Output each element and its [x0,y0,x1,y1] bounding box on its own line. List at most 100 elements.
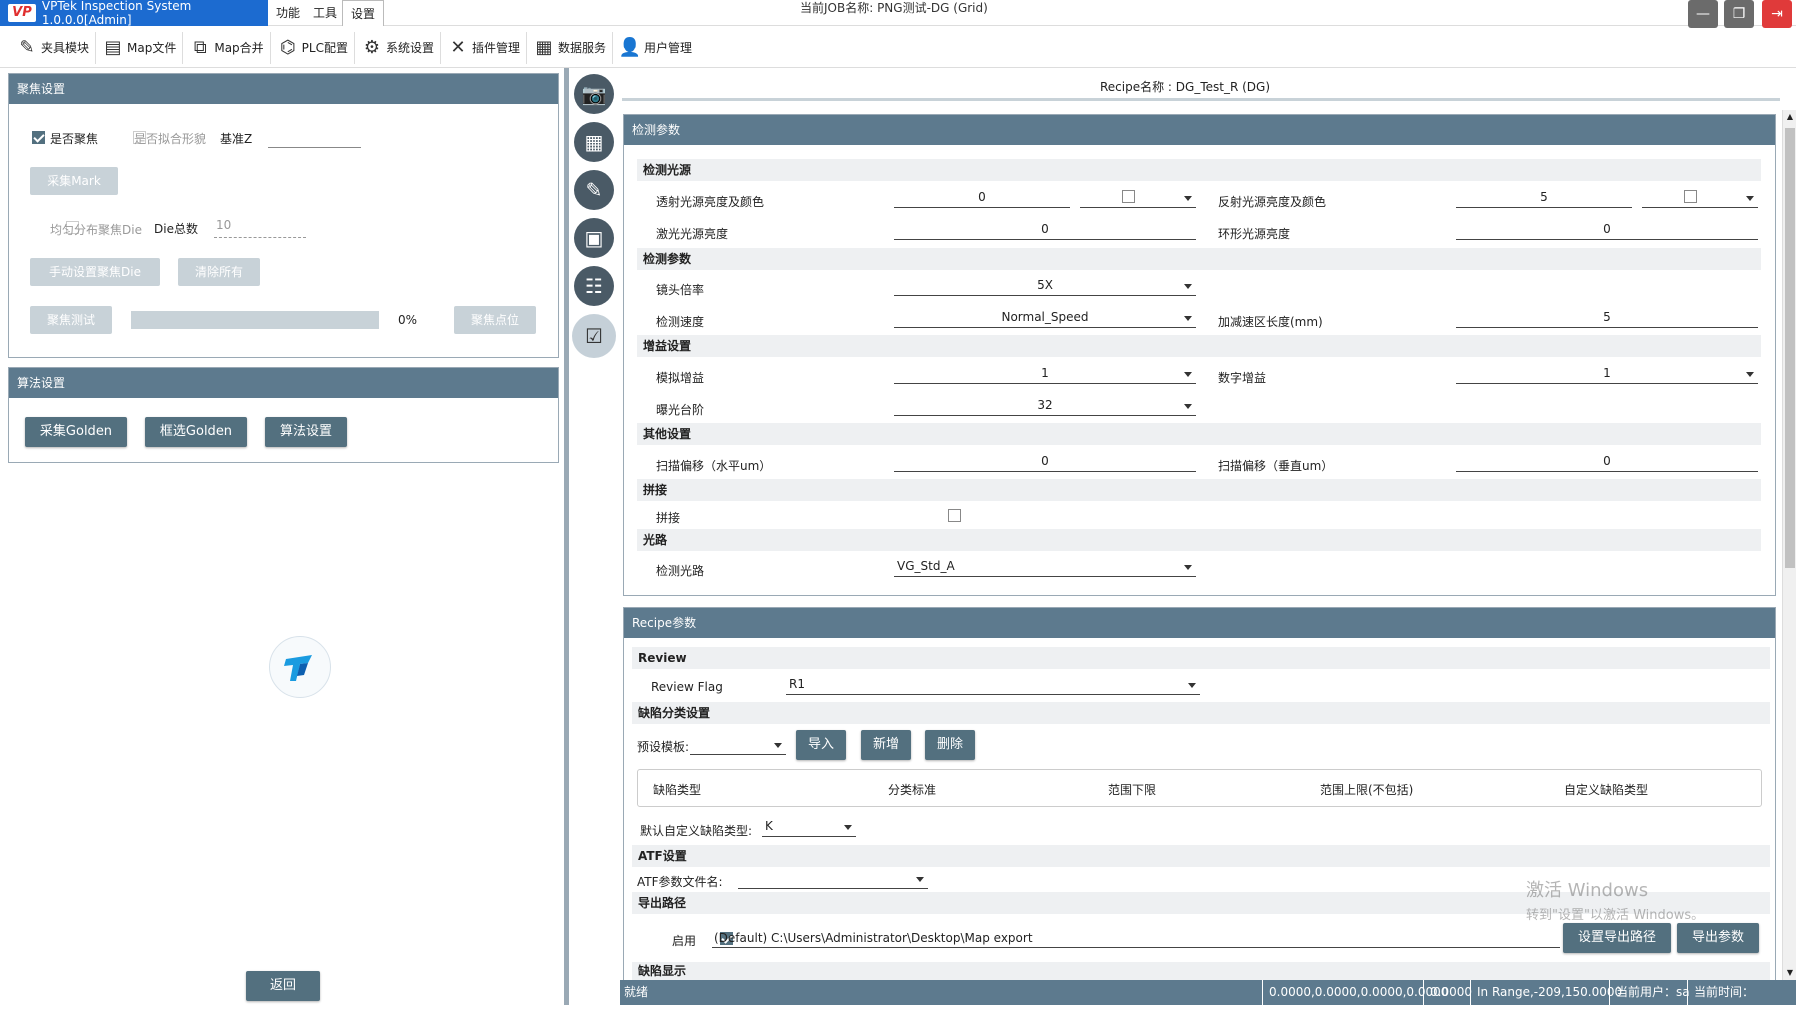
algo-panel-title: 算法设置 [9,368,558,398]
light-group: 检测光源 [637,159,1761,181]
menu-tools[interactable]: 工具 [305,0,345,26]
param-group: 检测参数 [637,248,1761,270]
toolbar-label: Map文件 [127,41,177,55]
analog-gain-label: 模拟增益 [656,371,705,385]
speed-label: 检测速度 [656,315,705,329]
status-coords: 0.0000,0.0000,0.0000,0.0000 [1262,980,1448,1005]
ring-label: 环形光源亮度 [1218,227,1291,241]
menu-settings[interactable]: 设置 [342,0,385,26]
import-button[interactable]: 导入 [796,730,846,760]
app-title: VP VPTek Inspection System 1.0.0.0[Admin… [0,0,268,27]
focus-test-button[interactable]: 聚焦测试 [30,306,112,334]
toolbar-fixture[interactable]: ✎ 夹具模块 [10,31,97,64]
exposure-label: 曝光台阶 [656,403,705,417]
toolbar-user-manage[interactable]: 👤 用户管理 [613,32,698,64]
status-time: 当前时间：14:31:27 [1687,980,1796,1024]
col-range-upper[interactable]: 范围上限(不包括) [1320,781,1413,798]
export-path-field[interactable]: (Default) C:\Users\Administrator\Desktop… [712,928,1560,948]
toolbar-system-settings[interactable]: ⚙ 系统设置 [355,31,441,64]
status-range: In Range,-209,150.0000 [1470,980,1622,1005]
defect-table-header: 缺陷类型 分类标准 范围下限 范围上限(不包括) 自定义缺陷类型 [637,769,1762,807]
app-logo: VP [8,4,36,22]
toolbar-plugins[interactable]: ✕ 插件管理 [441,31,528,64]
restore-icon: ❐ [1732,6,1746,22]
checklist-icon[interactable]: ☑ [572,314,616,358]
scroll-up-icon[interactable]: ▲ [1783,110,1796,124]
accel-input[interactable]: 5 [1456,308,1758,328]
default-type-select[interactable]: K [762,817,856,837]
scrollbar-thumb[interactable] [1785,128,1795,568]
col-defect-type[interactable]: 缺陷类型 [653,781,701,798]
image-icon[interactable]: ▣ [574,218,614,258]
wafer-list-icon[interactable]: ☷ [574,266,614,306]
transmit-color-select[interactable] [1080,188,1196,208]
collect-golden-button[interactable]: 采集Golden [25,417,127,447]
template-select[interactable] [690,735,786,755]
camera-icon[interactable]: 📷 [574,74,614,114]
algo-settings-button[interactable]: 算法设置 [265,417,347,447]
toolbar: ✎ 夹具模块 ▤ Map文件 ⧉ Map合并 ⌬ PLC配置 ⚙ 系统设置 ✕ 插件管理 ▦… [0,28,1796,68]
transmit-value-input[interactable]: 0 [894,188,1070,208]
exit-button[interactable]: ⇥ [1762,0,1792,28]
v-offset-label: 扫描偏移（垂直um） [1218,459,1334,473]
speed-select[interactable]: Normal_Speed [894,308,1196,328]
loading-logo-icon [269,636,331,698]
col-range-lower[interactable]: 范围下限 [1108,781,1156,798]
app-name: VPTek Inspection System 1.0.0.0[Admin] [41,0,192,27]
lens-select[interactable]: 5X [894,276,1196,296]
analog-gain-select[interactable]: 1 [894,364,1196,384]
toolbar-label: 系统设置 [385,41,434,55]
restore-button[interactable]: ❐ [1724,0,1754,28]
scroll-down-icon[interactable]: ▼ [1783,966,1796,980]
panel-splitter[interactable] [564,68,569,1005]
exit-icon: ⇥ [1771,6,1783,22]
export-params-button[interactable]: 导出参数 [1677,923,1759,953]
server-icon: ▦ [535,37,553,58]
atf-file-select[interactable] [738,869,928,889]
gain-group: 增益设置 [637,335,1761,357]
manual-set-die-button[interactable]: 手动设置聚焦Die [30,258,160,286]
delete-button[interactable]: 删除 [925,730,975,760]
exposure-select[interactable]: 32 [894,396,1196,416]
reflect-value-input[interactable]: 5 [1456,188,1632,208]
review-flag-select[interactable]: R1 [786,675,1200,695]
back-button[interactable]: 返回 [246,971,320,1001]
wafer-grid-icon[interactable]: ▦ [574,122,614,162]
reflect-color-select[interactable] [1642,188,1758,208]
h-offset-input[interactable]: 0 [894,452,1196,472]
stitch-checkbox[interactable] [948,509,962,522]
status-value: 0.0000 [1423,980,1472,1005]
select-golden-button[interactable]: 框选Golden [145,417,247,447]
menu-function[interactable]: 功能 [268,0,308,26]
minimize-button[interactable]: — [1688,0,1718,28]
toolbar-data-service[interactable]: ▦ 数据服务 [527,31,614,64]
base-z-input[interactable] [268,128,361,148]
template-label: 预设模板: [637,740,690,754]
die-total-input[interactable]: 10 [214,218,306,238]
digital-gain-select[interactable]: 1 [1456,364,1758,384]
is-focus-checkbox[interactable] [32,131,45,144]
review-group: Review [632,647,1770,669]
laser-value-input[interactable]: 0 [894,220,1196,240]
toolbar-label: 插件管理 [472,41,521,55]
v-offset-input[interactable]: 0 [1456,452,1758,472]
path-select[interactable]: VG_Std_A [894,557,1196,577]
ring-value-input[interactable]: 0 [1456,220,1758,240]
col-custom-type[interactable]: 自定义缺陷类型 [1564,781,1648,798]
toolbar-map-merge[interactable]: ⧉ Map合并 [183,31,271,64]
add-button[interactable]: 新增 [861,730,911,760]
clear-all-button[interactable]: 清除所有 [178,258,260,286]
path-label: 检测光路 [656,564,705,578]
accel-label: 加减速区长度(mm) [1218,315,1323,329]
col-class-standard[interactable]: 分类标准 [888,781,936,798]
activation-watermark-subtitle: 转到"设置"以激活 Windows。 [1526,908,1705,923]
toolbar-plc[interactable]: ⌬ PLC配置 [271,31,355,64]
other-group: 其他设置 [637,423,1761,445]
atf-group: ATF设置 [632,845,1770,867]
focus-point-button[interactable]: 聚焦点位 [454,306,536,334]
set-export-path-button[interactable]: 设置导出路径 [1563,923,1671,953]
vertical-scrollbar[interactable]: ▲ ▼ [1782,110,1796,980]
ruler-tool-icon[interactable]: ✎ [574,170,614,210]
toolbar-map-file[interactable]: ▤ Map文件 [96,31,184,64]
collect-mark-button[interactable]: 采集Mark [30,167,118,195]
